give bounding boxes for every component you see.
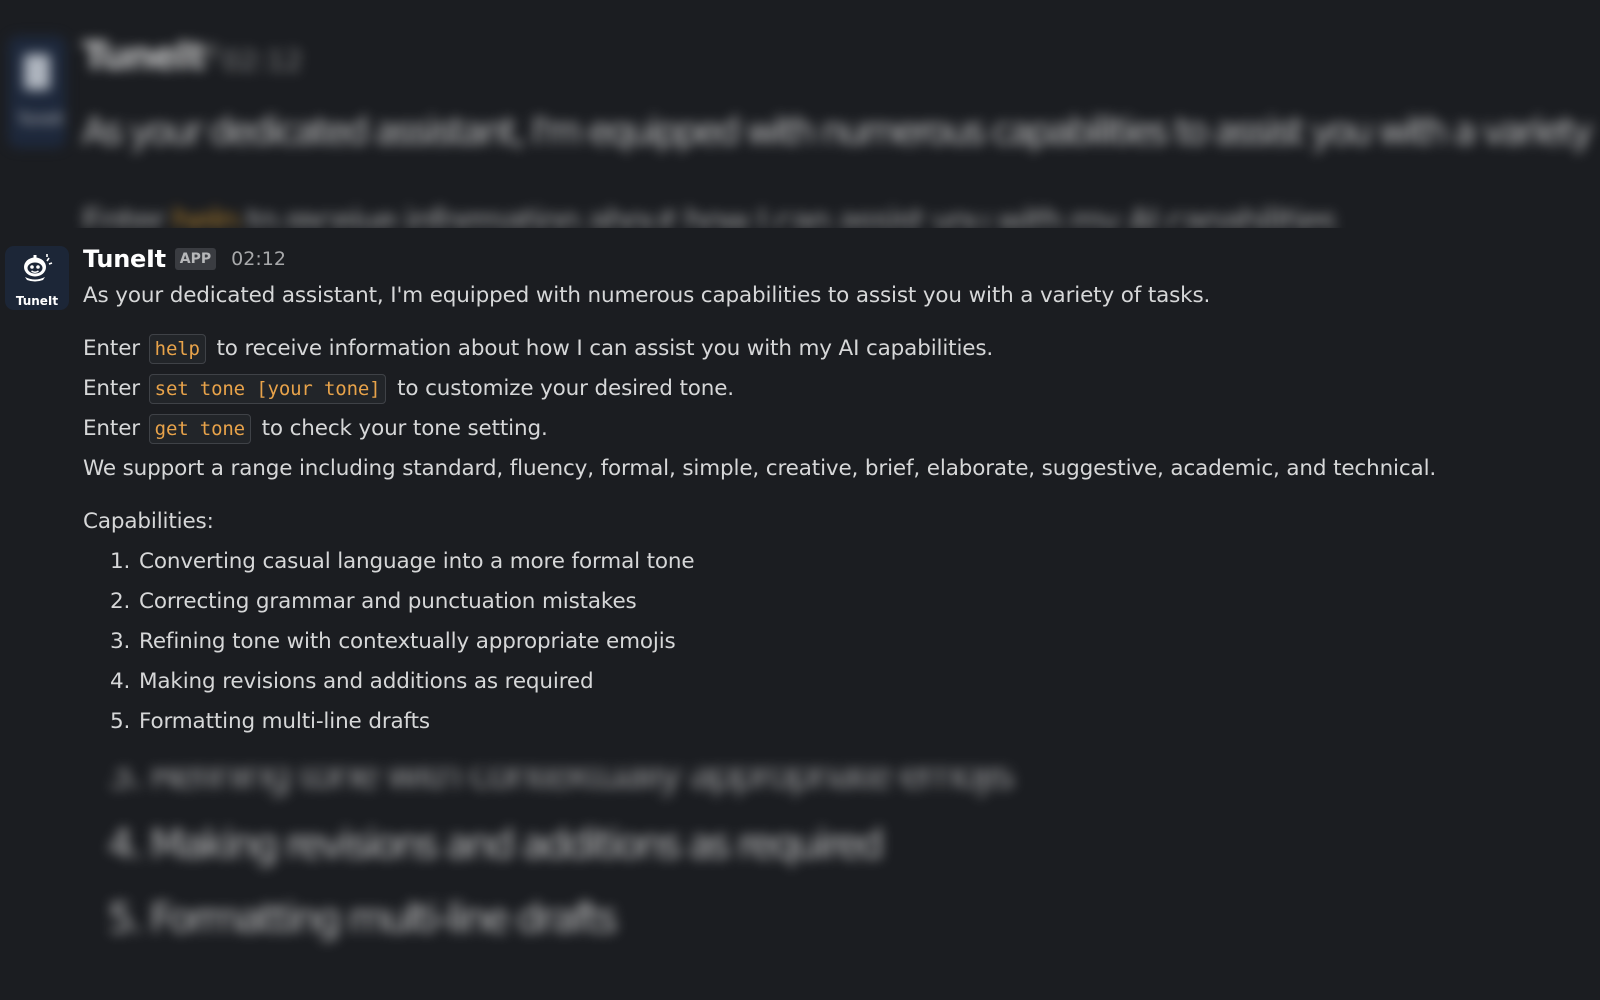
- blurred-previous-message: TuneIt TuneIt APP 02:12 As your dedicate…: [0, 0, 1600, 228]
- chat-message: TuneIt TuneIt APP 02:12 As your dedicate…: [0, 228, 1600, 768]
- command-code-help: help: [148, 334, 206, 364]
- blurred-list-item: 4. Making revisions and additions as req…: [108, 822, 884, 868]
- blurred-avatar-label: TuneIt: [18, 110, 64, 128]
- list-item-number: 1.: [110, 549, 131, 574]
- blurred-prefix: Enter: [82, 202, 165, 228]
- command-prefix: Enter: [83, 376, 140, 401]
- avatar[interactable]: TuneIt: [5, 246, 69, 310]
- blurred-list-overlay: 3. Refining tone with contextually appro…: [0, 768, 1600, 1000]
- blurred-list-item: 3. Refining tone with contextually appro…: [108, 768, 1015, 798]
- command-suffix: to customize your desired tone.: [397, 376, 734, 401]
- command-code-set-tone: set tone [your tone]: [148, 374, 387, 404]
- command-code-get-tone: get tone: [148, 414, 251, 444]
- blurred-command-line: Enter help to receive information about …: [82, 202, 1346, 228]
- supported-tones-text: We support a range including standard, f…: [83, 456, 1437, 481]
- list-item-text: Converting casual language into a more f…: [139, 549, 695, 574]
- list-item: 5. Formatting multi-line drafts: [110, 702, 1593, 742]
- list-item-number: 3.: [110, 629, 131, 654]
- list-item-text: Refining tone with contextually appropri…: [139, 629, 676, 654]
- blurred-code: help: [172, 202, 239, 228]
- capabilities-heading: Capabilities:: [83, 509, 214, 534]
- blurred-app-name: TuneIt: [82, 34, 206, 78]
- list-item-text: Making revisions and additions as requir…: [139, 669, 594, 694]
- command-line-get-tone: Enter get tone to check your tone settin…: [83, 409, 1593, 449]
- avatar-label: TuneIt: [15, 294, 59, 308]
- blurred-list-item: 5. Formatting multi-line drafts: [108, 896, 618, 942]
- list-item: 3. Refining tone with contextually approp…: [110, 622, 1593, 662]
- app-badge: APP: [174, 248, 217, 270]
- blurred-avatar: TuneIt: [8, 36, 66, 148]
- list-item: 1. Converting casual language into a more…: [110, 542, 1593, 582]
- message-content: TuneIt APP 02:12 As your dedicated assis…: [83, 242, 1593, 742]
- command-line-set-tone: Enter set tone [your tone] to customize …: [83, 369, 1593, 409]
- timestamp[interactable]: 02:12: [231, 248, 286, 270]
- capabilities-list: 1. Converting casual language into a more…: [110, 542, 1593, 742]
- blurred-intro: As your dedicated assistant, I'm equippe…: [82, 110, 1600, 153]
- list-item-number: 5.: [110, 709, 131, 734]
- command-line-help: Enter help to receive information about …: [83, 329, 1593, 369]
- blurred-suffix: to receive information about how I can a…: [246, 202, 1346, 228]
- app-name[interactable]: TuneIt: [83, 245, 166, 273]
- intro-text: As your dedicated assistant, I'm equippe…: [83, 283, 1211, 308]
- command-prefix: Enter: [83, 416, 140, 441]
- list-item-number: 4.: [110, 669, 131, 694]
- list-item-text: Formatting multi-line drafts: [139, 709, 430, 734]
- list-item-text: Correcting grammar and punctuation mista…: [139, 589, 637, 614]
- command-suffix: to check your tone setting.: [261, 416, 548, 441]
- command-prefix: Enter: [83, 336, 140, 361]
- list-item-number: 2.: [110, 589, 131, 614]
- message-header: TuneIt APP 02:12: [83, 242, 1593, 276]
- command-suffix: to receive information about how I can a…: [216, 336, 994, 361]
- blurred-timestamp: 02:12: [222, 44, 303, 77]
- blurred-app-badge: APP: [170, 40, 220, 70]
- list-item: 4. Making revisions and additions as requ…: [110, 662, 1593, 702]
- list-item: 2. Correcting grammar and punctuation mis…: [110, 582, 1593, 622]
- blurred-robot-icon: [24, 54, 50, 90]
